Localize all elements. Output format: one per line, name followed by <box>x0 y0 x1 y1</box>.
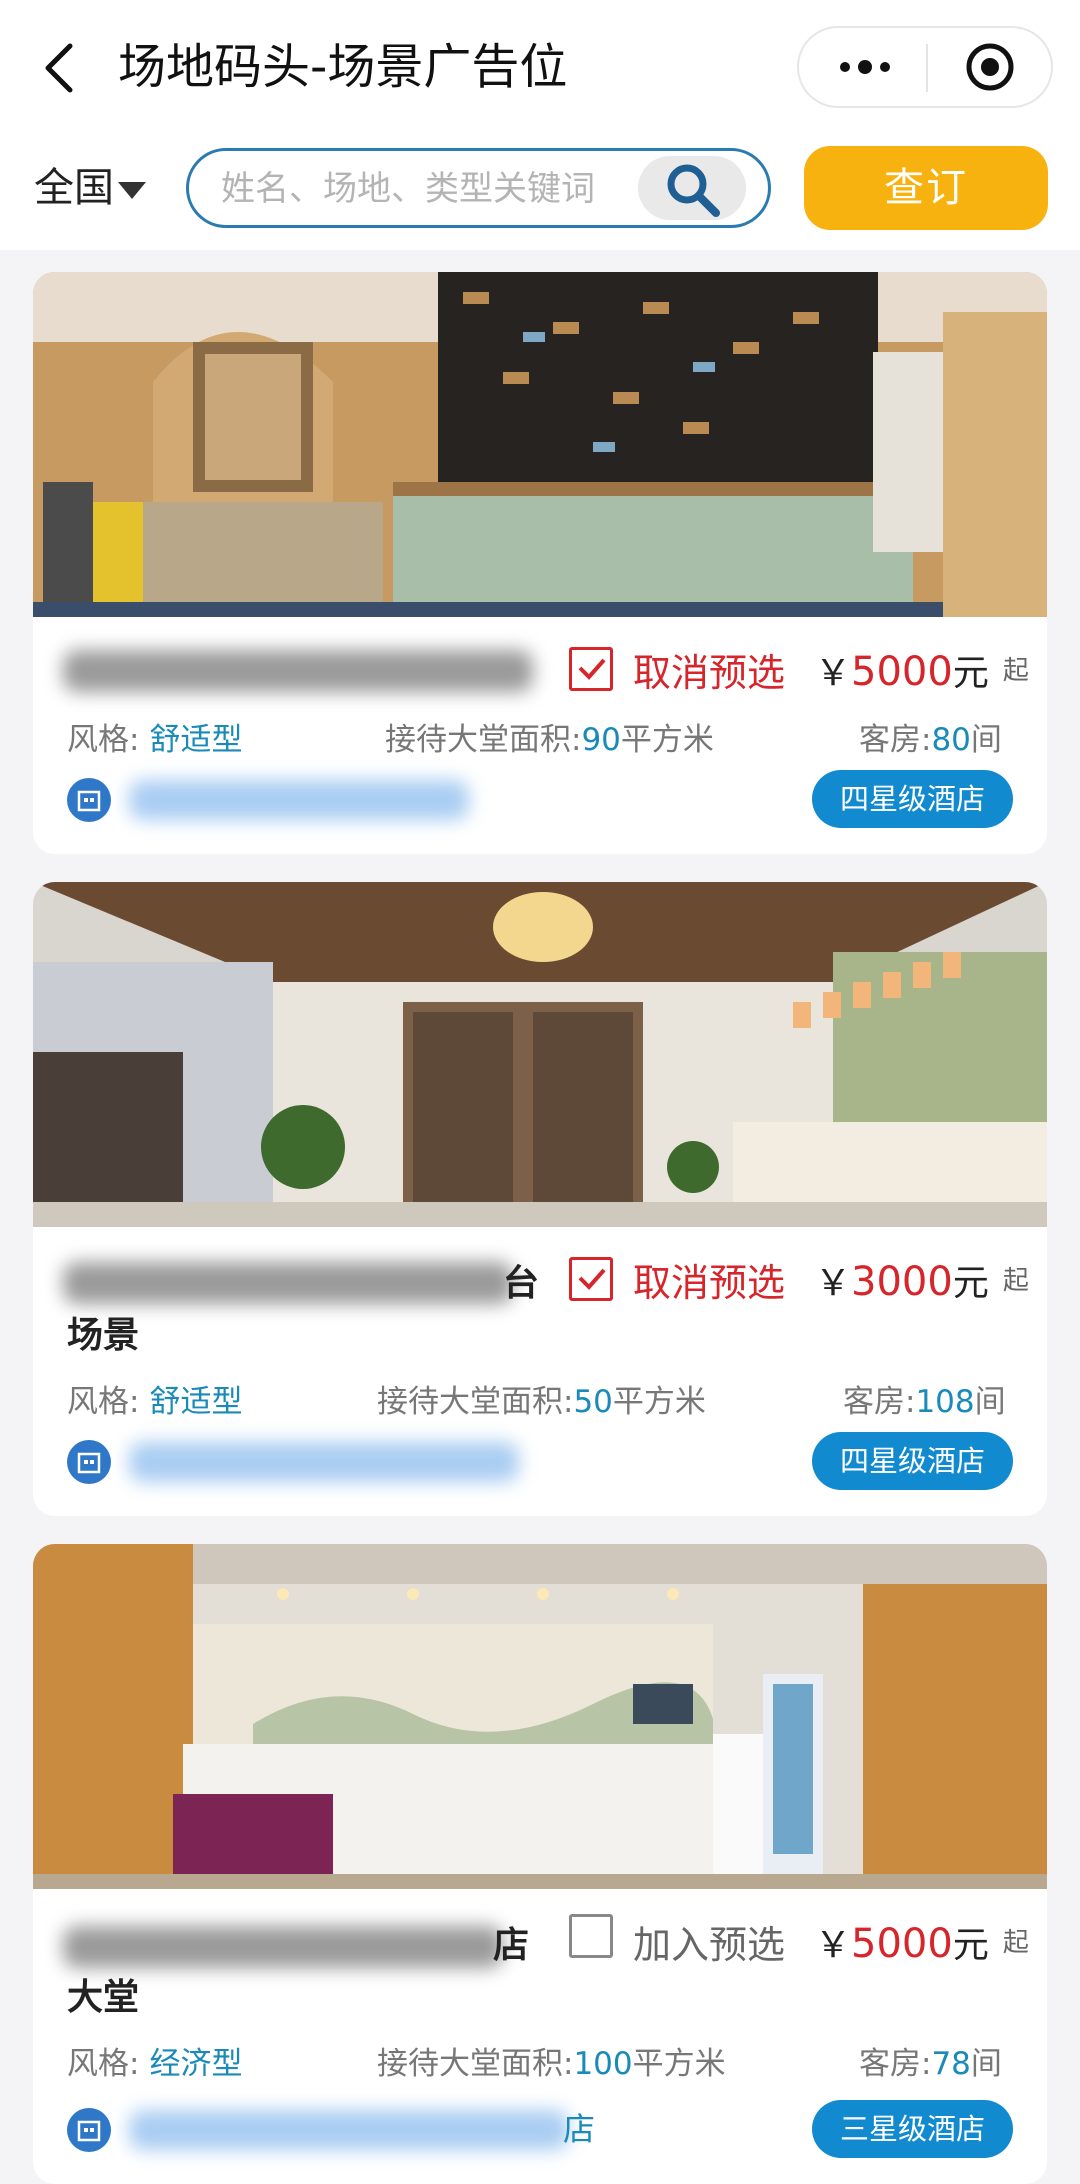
preselect-checkbox[interactable] <box>569 647 613 691</box>
checkmark-icon <box>578 658 606 680</box>
venue-photo <box>33 1544 1047 1889</box>
room-count-info: 客房:78间 <box>859 2046 1002 2082</box>
hotel-grade-badge: 四星级酒店 <box>811 770 1013 828</box>
preselect-checkbox[interactable] <box>569 1257 613 1301</box>
search-button[interactable] <box>638 156 746 220</box>
more-button[interactable] <box>837 28 893 106</box>
region-label: 全国 <box>34 165 114 211</box>
hotel-name-redacted <box>129 780 469 820</box>
search-box <box>186 148 771 228</box>
mini-program-capsule <box>797 26 1053 108</box>
style-info: 风格: 舒适型 <box>67 722 243 758</box>
venue-name-redacted <box>63 650 533 692</box>
venue-photo <box>33 272 1047 617</box>
chevron-left-icon <box>45 43 73 93</box>
price-value: 5000 <box>851 649 953 695</box>
lobby-area-info: 接待大堂面积:90平方米 <box>385 722 714 758</box>
style-info: 风格: 舒适型 <box>67 1384 243 1420</box>
preselect-checkbox[interactable] <box>569 1914 613 1958</box>
venue-name-line2: 场景 <box>67 1315 140 1356</box>
preselect-label[interactable]: 取消预选 <box>633 1252 785 1307</box>
price-value: 3000 <box>851 1259 953 1305</box>
venue-name-tail: 店 <box>493 1925 530 1966</box>
room-count-info: 客房:80间 <box>859 722 1002 758</box>
hotel-name-tail: 店 <box>563 2110 596 2148</box>
hotel-name-redacted <box>129 1442 519 1482</box>
venue-name-redacted <box>63 1262 513 1304</box>
hotel-name-redacted <box>129 2110 569 2150</box>
top-bar: 场地码头-场景广告位 全国 查订 <box>0 0 1080 250</box>
target-close-icon <box>966 43 1014 91</box>
venue-name-redacted <box>63 1926 503 1968</box>
preselect-label[interactable]: 加入预选 <box>633 1914 785 1969</box>
style-info: 风格: 经济型 <box>67 2046 243 2082</box>
price: ￥5000元起 <box>815 649 1029 695</box>
venue-card[interactable]: 取消预选 ￥5000元起 风格: 舒适型 接待大堂面积:90平方米 客房:80间 … <box>33 272 1047 854</box>
venue-name-tail: 台 <box>503 1263 540 1304</box>
hotel-icon <box>67 1440 111 1484</box>
price: ￥3000元起 <box>815 1259 1029 1305</box>
price: ￥5000元起 <box>815 1921 1029 1967</box>
venue-card[interactable]: 店 大堂 加入预选 ￥5000元起 风格: 经济型 接待大堂面积:100平方米 客… <box>33 1544 1047 2184</box>
lobby-area-info: 接待大堂面积:50平方米 <box>377 1384 706 1420</box>
close-button[interactable] <box>965 42 1015 92</box>
hotel-grade-badge: 四星级酒店 <box>811 1432 1013 1490</box>
more-dots-icon <box>840 60 890 74</box>
back-button[interactable] <box>36 38 86 98</box>
venue-name-line2: 大堂 <box>67 1977 140 2018</box>
preselect-label[interactable]: 取消预选 <box>633 642 785 697</box>
caret-down-icon <box>118 181 146 199</box>
checkmark-icon <box>578 1268 606 1290</box>
hotel-grade-badge: 三星级酒店 <box>811 2100 1013 2158</box>
venue-photo <box>33 882 1047 1227</box>
hotel-icon <box>67 2108 111 2152</box>
region-selector[interactable]: 全国 <box>34 160 146 216</box>
hotel-icon <box>67 778 111 822</box>
lobby-area-info: 接待大堂面积:100平方米 <box>377 2046 726 2082</box>
room-count-info: 客房:108间 <box>843 1384 1006 1420</box>
page-title: 场地码头-场景广告位 <box>118 39 568 95</box>
venue-card[interactable]: 台 场景 取消预选 ￥3000元起 风格: 舒适型 接待大堂面积:50平方米 客房… <box>33 882 1047 1516</box>
book-button[interactable]: 查订 <box>804 146 1048 230</box>
search-input[interactable] <box>219 151 623 225</box>
price-value: 5000 <box>851 1921 953 1967</box>
capsule-divider <box>926 44 928 92</box>
search-icon <box>667 164 720 217</box>
